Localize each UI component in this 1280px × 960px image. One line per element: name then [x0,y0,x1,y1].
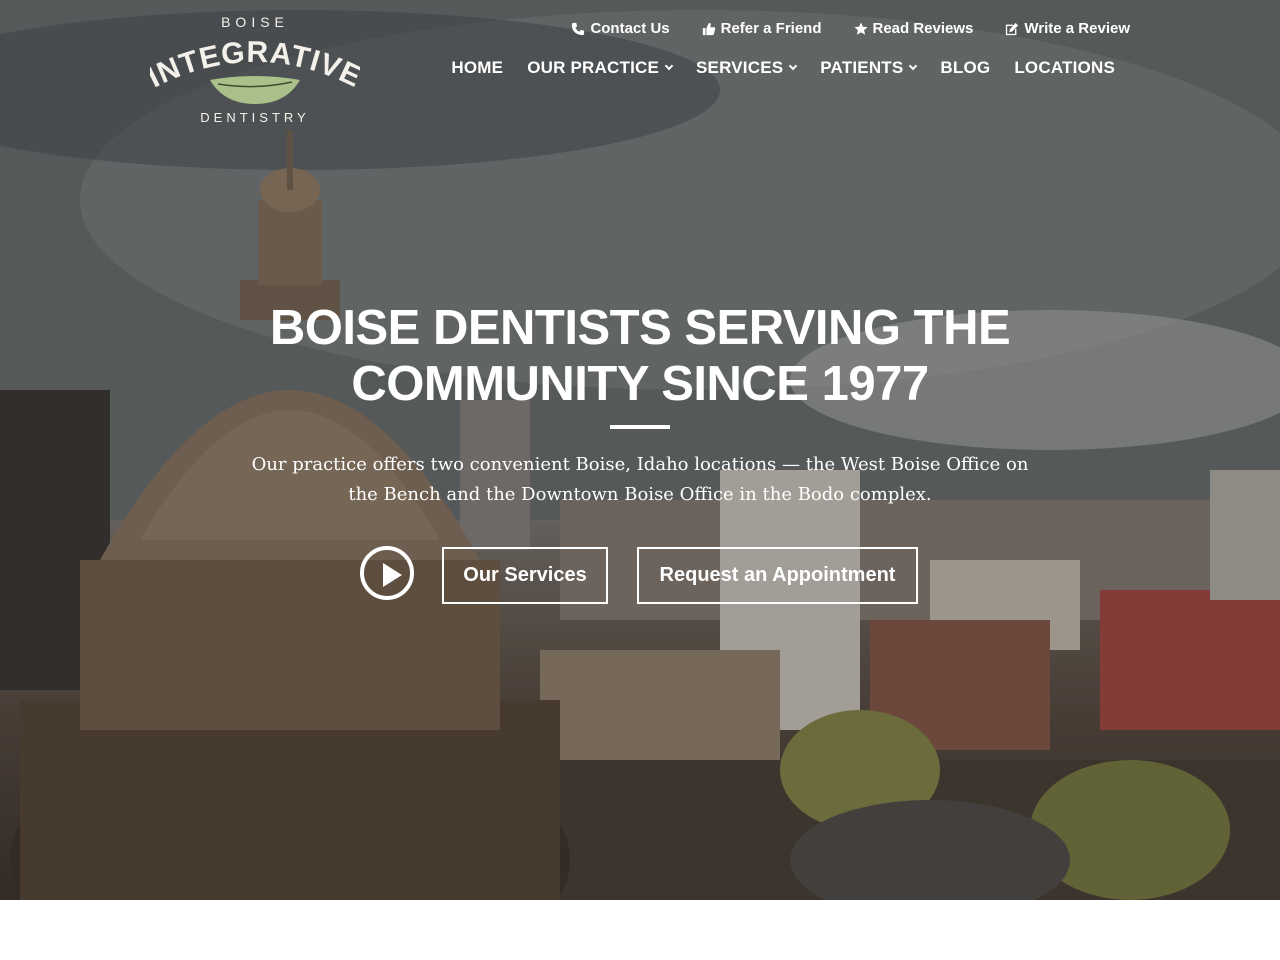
cta-row: Our Services Request an Appointment [360,546,920,604]
nav-locations[interactable]: LOCATIONS [1014,58,1115,78]
headline-line-2: COMMUNITY SINCE 1977 [351,357,929,411]
star-icon [853,21,868,35]
logo-bottom-text: DENTISTRY [200,110,310,125]
nav-blog-label: BLOG [940,58,991,77]
nav-our-practice-label: OUR PRACTICE [527,58,660,77]
read-reviews-label: Read Reviews [872,20,974,37]
page-below-hero [0,900,1280,960]
nav-services[interactable]: SERVICES [696,58,798,78]
write-review-link[interactable]: Write a Review [1005,20,1130,37]
write-review-label: Write a Review [1024,20,1130,37]
site-logo[interactable]: BOISE INTEGRATIVE DENTISTRY [150,14,360,130]
refer-friend-label: Refer a Friend [720,20,822,37]
nav-home-label: HOME [451,58,504,77]
leaf-icon [210,76,300,104]
read-reviews-link[interactable]: Read Reviews [853,20,974,37]
chevron-down-icon [664,61,674,71]
refer-friend-link[interactable]: Refer a Friend [702,20,822,37]
hero-subtext: Our practice offers two convenient Boise… [251,454,1029,505]
nav-our-practice[interactable]: OUR PRACTICE [527,58,674,78]
contact-us-label: Contact Us [590,20,670,37]
phone-icon [572,22,585,35]
nav-patients-label: PATIENTS [820,58,904,77]
hero-section: BOISE INTEGRATIVE DENTISTRY Contact Us R… [0,0,1280,900]
nav-services-label: SERVICES [696,58,784,77]
main-nav: HOME OUR PRACTICE SERVICES PATIENTS BLOG… [451,58,1115,78]
hero-headline: BOISE DENTISTS SERVING THE COMMUNITY SIN… [140,300,1140,412]
play-icon [383,563,402,587]
chevron-down-icon [789,61,798,71]
edit-icon [1006,22,1019,35]
our-services-button[interactable]: Our Services [442,547,608,604]
nav-home[interactable]: HOME [451,58,503,78]
utility-nav: Contact Us Refer a Friend Read Reviews W… [571,20,1130,37]
play-video-button[interactable] [360,546,414,600]
nav-locations-label: LOCATIONS [1014,58,1115,77]
nav-blog[interactable]: BLOG [940,58,990,78]
request-appointment-button[interactable]: Request an Appointment [637,547,918,604]
nav-patients[interactable]: PATIENTS [820,58,918,78]
chevron-down-icon [909,61,918,71]
thumbs-up-icon [702,22,715,35]
contact-us-link[interactable]: Contact Us [571,20,670,37]
headline-line-1: BOISE DENTISTS SERVING THE [269,301,1011,355]
headline-divider [610,425,670,429]
